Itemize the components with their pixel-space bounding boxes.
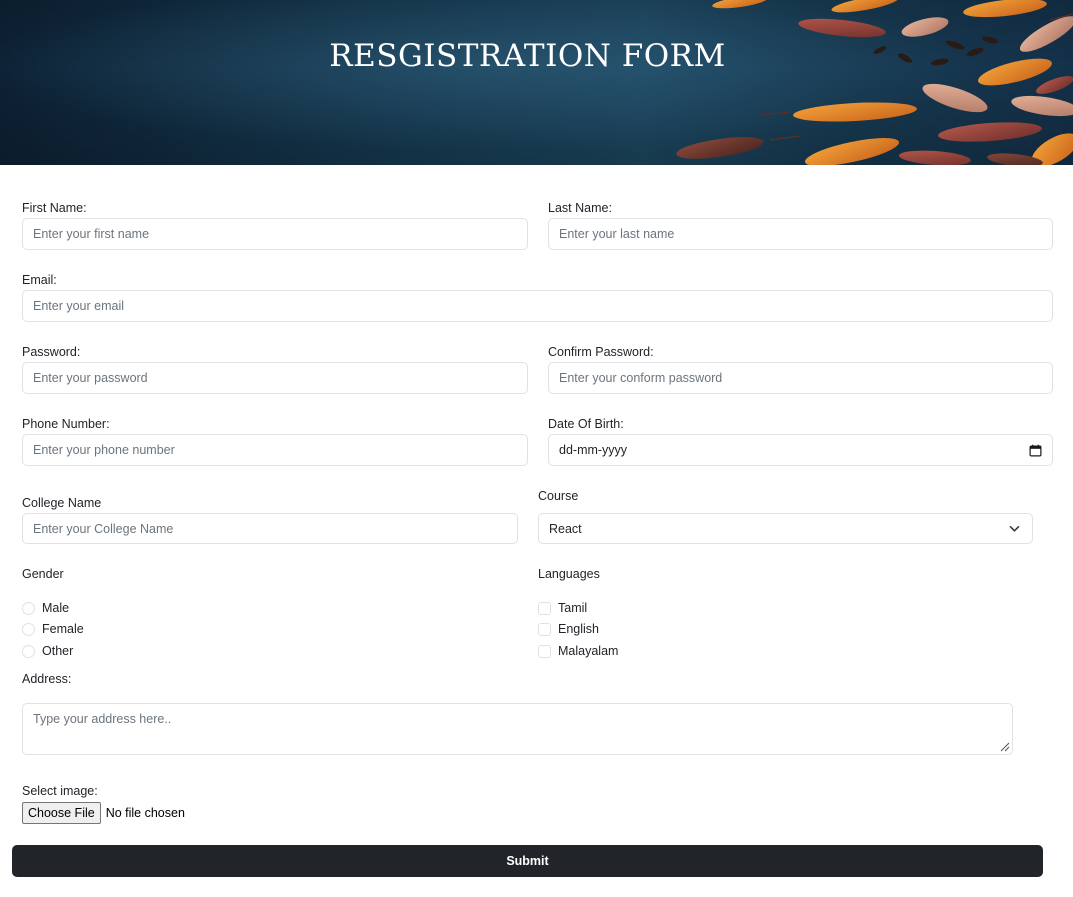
calendar-icon[interactable] bbox=[1029, 444, 1042, 457]
confirm-password-input[interactable] bbox=[548, 362, 1053, 394]
first-name-label: First Name: bbox=[22, 201, 87, 215]
language-option-tamil[interactable]: Tamil bbox=[538, 601, 587, 615]
first-name-input[interactable] bbox=[22, 218, 528, 250]
gender-other-radio[interactable] bbox=[22, 644, 35, 658]
gender-option-other[interactable]: Other bbox=[22, 644, 73, 658]
college-input[interactable] bbox=[22, 513, 518, 544]
email-input[interactable] bbox=[22, 290, 1053, 322]
dob-input[interactable]: dd-mm-yyyy bbox=[548, 434, 1053, 466]
password-label: Password: bbox=[22, 345, 81, 359]
phone-input[interactable] bbox=[22, 434, 528, 466]
gender-option-female[interactable]: Female bbox=[22, 622, 84, 636]
password-input[interactable] bbox=[22, 362, 528, 394]
language-option-english[interactable]: English bbox=[538, 622, 599, 636]
header-banner: RESGISTRATION FORM bbox=[0, 0, 1073, 165]
language-english-label: English bbox=[558, 622, 599, 636]
email-label: Email: bbox=[22, 273, 57, 287]
language-tamil-label: Tamil bbox=[558, 601, 588, 615]
gender-label: Gender bbox=[22, 567, 64, 581]
phone-label: Phone Number: bbox=[22, 417, 110, 431]
last-name-input[interactable] bbox=[548, 218, 1053, 250]
course-label: Course bbox=[538, 489, 579, 503]
last-name-label: Last Name: bbox=[548, 201, 612, 215]
course-selected-value: React bbox=[549, 521, 582, 536]
college-label: College Name bbox=[22, 496, 102, 510]
choose-file-button[interactable]: Choose File bbox=[22, 802, 101, 824]
language-tamil-checkbox[interactable] bbox=[538, 601, 551, 615]
image-file-input[interactable]: Choose File No file chosen bbox=[22, 802, 185, 824]
file-status-text: No file chosen bbox=[105, 806, 185, 820]
gender-female-radio[interactable] bbox=[22, 622, 35, 636]
language-malayalam-label: Malayalam bbox=[558, 644, 619, 658]
image-label: Select image: bbox=[22, 784, 98, 798]
submit-button[interactable]: Submit bbox=[12, 845, 1043, 877]
address-label: Address: bbox=[22, 672, 72, 686]
page-title: RESGISTRATION FORM bbox=[329, 38, 726, 74]
language-option-malayalam[interactable]: Malayalam bbox=[538, 644, 618, 658]
gender-male-radio[interactable] bbox=[22, 601, 35, 615]
gender-option-male[interactable]: Male bbox=[22, 601, 69, 615]
address-textarea[interactable] bbox=[22, 703, 1013, 755]
confirm-password-label: Confirm Password: bbox=[548, 345, 654, 359]
course-select[interactable]: React bbox=[538, 513, 1033, 544]
gender-other-label: Other bbox=[42, 644, 74, 658]
resize-grip-icon[interactable] bbox=[998, 740, 1010, 752]
language-malayalam-checkbox[interactable] bbox=[538, 644, 551, 658]
languages-label: Languages bbox=[538, 567, 600, 581]
dob-value: dd-mm-yyyy bbox=[559, 443, 628, 457]
gender-female-label: Female bbox=[42, 622, 84, 636]
autumn-leaves-decoration bbox=[676, 0, 1073, 165]
language-english-checkbox[interactable] bbox=[538, 622, 551, 636]
dob-label: Date Of Birth: bbox=[548, 417, 624, 431]
chevron-down-icon bbox=[1009, 525, 1020, 533]
gender-male-label: Male bbox=[42, 601, 70, 615]
